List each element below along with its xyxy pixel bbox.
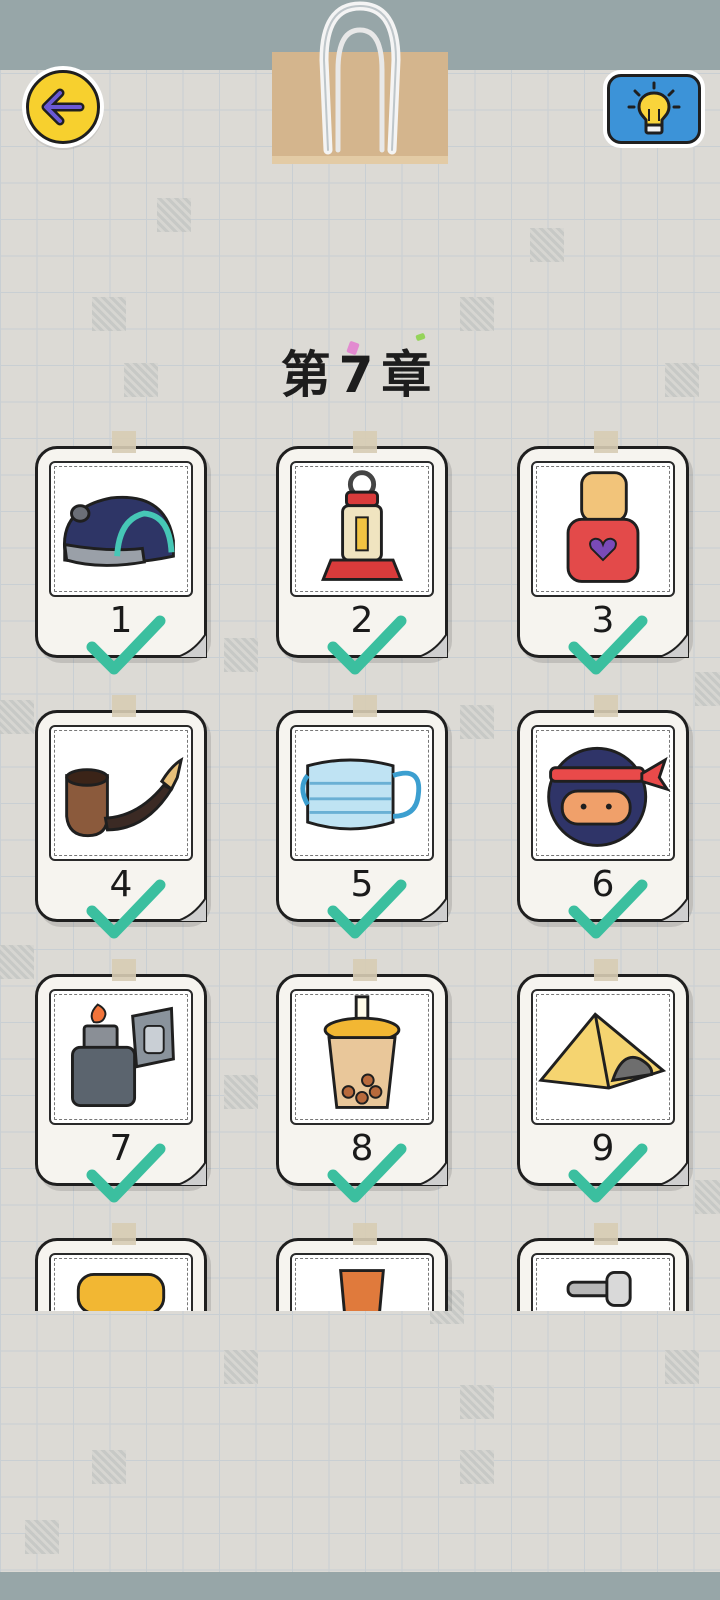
- level-card-10[interactable]: [35, 1223, 207, 1311]
- level-thumbnail: [290, 461, 434, 597]
- tape: [112, 959, 136, 981]
- level-card-12[interactable]: [517, 1223, 689, 1311]
- tape: [594, 431, 618, 453]
- level-card-7[interactable]: 7: [35, 959, 207, 1203]
- bottom-bar: [0, 1572, 720, 1600]
- checkmark-icon: [86, 879, 166, 939]
- level-thumbnail: [49, 1253, 193, 1311]
- tape: [353, 695, 377, 717]
- checkmark-icon: [86, 1143, 166, 1203]
- level-card-2[interactable]: 2: [276, 431, 448, 675]
- shaded-cell: [224, 1350, 258, 1384]
- page-curl: [654, 632, 689, 658]
- tape: [112, 431, 136, 453]
- bubble-tea-icon: [323, 995, 401, 1109]
- level-thumbnail: [531, 1253, 675, 1311]
- page-curl: [654, 896, 689, 922]
- shaded-cell: [25, 1520, 59, 1554]
- tape: [112, 695, 136, 717]
- binder-clip-icon: [319, 1, 401, 155]
- faucet-icon: [566, 1271, 632, 1307]
- shaded-cell: [460, 1385, 494, 1419]
- tent-icon: [538, 1012, 667, 1090]
- computer-mouse-icon: [63, 495, 175, 567]
- checkmark-icon: [327, 615, 407, 675]
- page-curl: [413, 1160, 448, 1186]
- level-grid: 1 2 3 4 5 6 7 8 9: [0, 430, 720, 1311]
- level-thumbnail: [531, 461, 675, 597]
- lantern-icon: [321, 470, 403, 581]
- level-card-1[interactable]: 1: [35, 431, 207, 675]
- shaded-cell: [460, 1450, 494, 1484]
- level-thumbnail: [49, 725, 193, 861]
- level-thumbnail: [290, 725, 434, 861]
- level-thumbnail: [49, 461, 193, 597]
- tape: [594, 1223, 618, 1245]
- tobacco-pipe-icon: [65, 757, 184, 838]
- level-card-3[interactable]: 3: [517, 431, 689, 675]
- page-curl: [172, 632, 207, 658]
- checkmark-icon: [327, 879, 407, 939]
- jar-lid-icon: [76, 1272, 166, 1311]
- shaded-cell: [530, 228, 564, 262]
- checkmark-icon: [568, 615, 648, 675]
- page-curl: [654, 1160, 689, 1186]
- checkmark-icon: [568, 1143, 648, 1203]
- checkmark-icon: [86, 615, 166, 675]
- ninja-icon: [547, 746, 671, 847]
- level-card-8[interactable]: 8: [276, 959, 448, 1203]
- level-card-6[interactable]: 6: [517, 695, 689, 939]
- level-thumbnail: [531, 725, 675, 861]
- lightbulb-icon: [627, 81, 681, 135]
- shaded-cell: [92, 1450, 126, 1484]
- shaded-cell: [157, 198, 191, 232]
- page-curl: [413, 896, 448, 922]
- back-button[interactable]: [22, 66, 104, 148]
- back-arrow-icon: [41, 88, 85, 126]
- page-curl: [172, 1160, 207, 1186]
- tape: [594, 695, 618, 717]
- shaded-cell: [665, 1350, 699, 1384]
- tape: [353, 431, 377, 453]
- page-curl: [172, 896, 207, 922]
- shaded-cell: [92, 297, 126, 331]
- checkmark-icon: [327, 1143, 407, 1203]
- tape: [353, 1223, 377, 1245]
- tape: [594, 959, 618, 981]
- tape: [353, 959, 377, 981]
- level-card-11[interactable]: [276, 1223, 448, 1311]
- level-card-9[interactable]: 9: [517, 959, 689, 1203]
- lighter-icon: [71, 1003, 175, 1107]
- tape: [112, 1223, 136, 1245]
- chapter-title: 第7章: [280, 346, 440, 404]
- level-thumbnail: [290, 989, 434, 1125]
- level-thumbnail: [49, 989, 193, 1125]
- flower-pot-icon: [339, 1269, 385, 1311]
- level-thumbnail: [290, 1253, 434, 1311]
- page-curl: [413, 632, 448, 658]
- nail-polish-icon: [566, 471, 640, 583]
- level-card-5[interactable]: 5: [276, 695, 448, 939]
- hint-button[interactable]: [603, 70, 705, 148]
- level-card-4[interactable]: 4: [35, 695, 207, 939]
- level-select-screen: 第7章 1 2 3 4 5 6 7 8 9: [0, 0, 720, 1600]
- checkmark-icon: [568, 879, 648, 939]
- level-thumbnail: [531, 989, 675, 1125]
- face-mask-icon: [300, 758, 422, 831]
- shaded-cell: [460, 297, 494, 331]
